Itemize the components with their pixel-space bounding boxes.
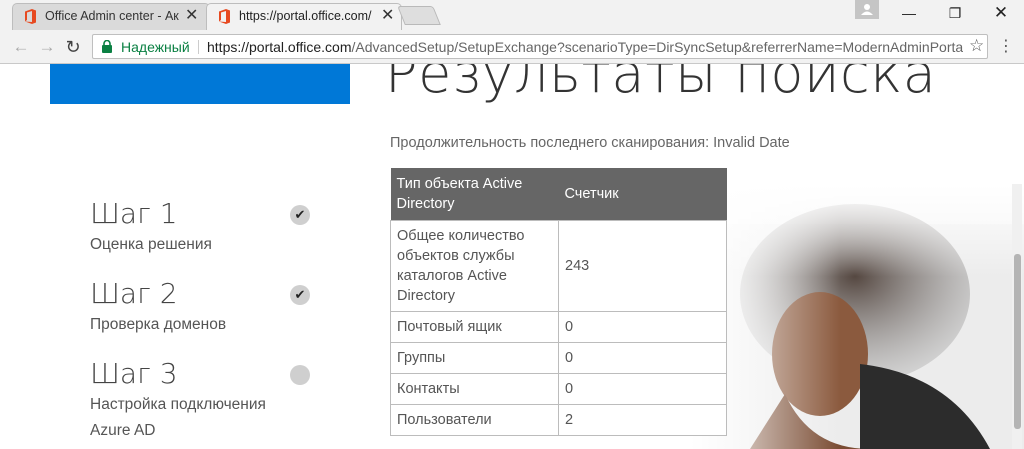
step-title: Шаг 2	[90, 277, 178, 310]
results-table: Тип объекта Active Directory Счетчик Общ…	[390, 168, 727, 436]
object-type-cell: Группы	[390, 342, 559, 374]
step-description: Проверка доменов	[90, 316, 227, 333]
table-row: Пользователи 2	[390, 404, 727, 436]
close-tab-icon[interactable]: ✕	[185, 7, 198, 25]
step-3: Шаг 3 Настройка подключения Azure AD	[90, 358, 290, 444]
url-path: /AdvancedSetup/SetupExchange?scenarioTyp…	[351, 39, 963, 55]
browser-menu-icon[interactable]: ⋮	[998, 36, 1014, 56]
circle-icon	[290, 365, 310, 385]
browser-tab-strip: Office Admin center - Ак ✕ https://porta…	[0, 0, 1024, 30]
minimize-button[interactable]: —	[886, 0, 932, 28]
background-photo	[690, 184, 1024, 449]
profile-button[interactable]	[855, 0, 879, 19]
office-icon	[25, 9, 36, 24]
scan-duration-text: Продолжительность последнего сканировани…	[390, 135, 790, 151]
table-header-row: Тип объекта Active Directory Счетчик	[390, 168, 727, 221]
browser-toolbar: ← → ↻ Надежный https://portal.office.com…	[0, 30, 1024, 64]
column-header-count: Счетчик	[558, 168, 727, 221]
header-banner	[50, 64, 350, 104]
count-cell: 243	[558, 220, 727, 312]
url-host: https://portal.office.com	[207, 39, 352, 55]
tab-title: https://portal.office.com/	[239, 9, 372, 23]
step-description: Оценка решения	[90, 236, 212, 253]
object-type-cell: Пользователи	[390, 404, 559, 436]
tab-office-admin-center[interactable]: Office Admin center - Ак ✕	[12, 3, 210, 30]
new-tab-button[interactable]	[397, 6, 441, 25]
table-row: Контакты 0	[390, 373, 727, 405]
restore-button[interactable]: ❐	[932, 0, 978, 28]
step-2: Шаг 2 Проверка доменов	[90, 278, 290, 338]
back-button[interactable]: ←	[10, 36, 32, 58]
check-icon: ✔	[290, 205, 310, 225]
secure-label: Надежный	[121, 39, 190, 55]
address-bar[interactable]: Надежный https://portal.office.com/Advan…	[92, 34, 988, 59]
divider	[198, 40, 199, 54]
table-row: Почтовый ящик 0	[390, 311, 727, 343]
object-type-cell: Контакты	[390, 373, 559, 405]
table-row: Группы 0	[390, 342, 727, 374]
reload-button[interactable]: ↻	[62, 36, 84, 58]
person-icon	[861, 4, 873, 15]
step-title: Шаг 1	[90, 197, 178, 230]
close-window-button[interactable]: ✕	[978, 0, 1024, 28]
scrollbar-thumb[interactable]	[1014, 254, 1021, 429]
page-content: Результаты поиска Продолжительность посл…	[0, 64, 1024, 449]
check-icon: ✔	[290, 285, 310, 305]
close-tab-icon[interactable]: ✕	[381, 7, 394, 25]
url-text[interactable]: https://portal.office.com/AdvancedSetup/…	[207, 39, 963, 55]
forward-button[interactable]: →	[36, 36, 58, 58]
office-icon	[219, 9, 230, 24]
table-row: Общее количество объектов службы каталог…	[390, 220, 727, 312]
count-cell: 0	[558, 311, 727, 343]
page-title: Результаты поиска	[385, 64, 937, 105]
step-1: Шаг 1 Оценка решения	[90, 198, 290, 258]
lock-icon	[102, 40, 112, 53]
object-type-cell: Почтовый ящик	[390, 311, 559, 343]
count-cell: 0	[558, 373, 727, 405]
tab-portal-office[interactable]: https://portal.office.com/ ✕	[206, 3, 402, 30]
tab-title: Office Admin center - Ак	[45, 9, 179, 23]
bookmark-star-icon[interactable]: ☆	[969, 36, 984, 56]
object-type-cell: Общее количество объектов службы каталог…	[390, 220, 559, 312]
count-cell: 0	[558, 342, 727, 374]
column-header-object-type: Тип объекта Active Directory	[390, 168, 559, 221]
step-description: Настройка подключения Azure AD	[90, 396, 266, 439]
count-cell: 2	[558, 404, 727, 436]
step-title: Шаг 3	[90, 357, 178, 390]
